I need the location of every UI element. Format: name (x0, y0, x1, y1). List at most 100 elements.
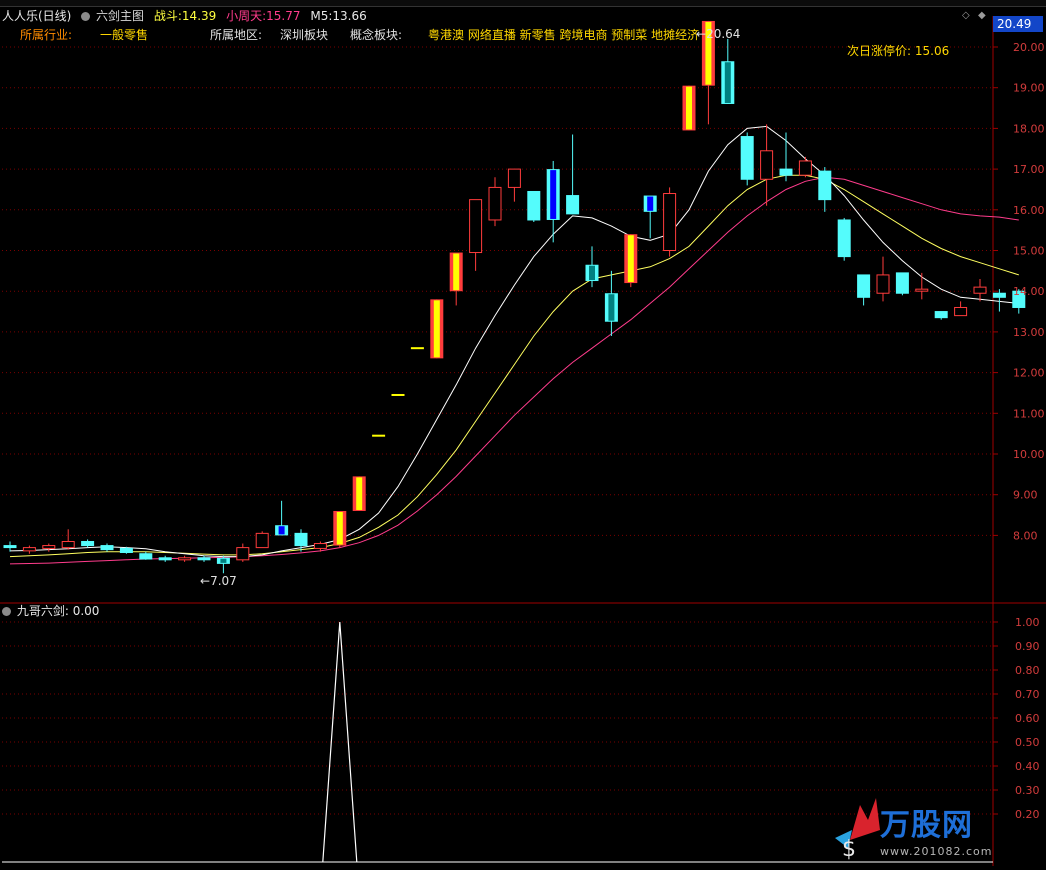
candle-body (857, 274, 871, 298)
y-tick-label: 12.00 (1013, 367, 1045, 380)
candle-body (876, 274, 890, 294)
candle-body (663, 193, 677, 252)
subchart-menu-icon[interactable] (2, 607, 11, 616)
sub-y-tick-label: 0.70 (1015, 688, 1040, 701)
sub-y-tick-label: 0.50 (1015, 736, 1040, 749)
candle-body (100, 545, 114, 551)
candle-body (42, 545, 56, 549)
y-tick-label: 17.00 (1013, 163, 1045, 176)
candle-body-signal (356, 477, 363, 510)
candle-body (779, 168, 793, 176)
candle-body-signal (453, 253, 460, 291)
candle-body-signal (336, 511, 343, 545)
diamond-small-icon[interactable]: ◆ (978, 10, 986, 21)
candle-body-signal (627, 235, 634, 283)
limit-label: 次日涨停价: (847, 44, 912, 58)
candle-body (895, 272, 909, 294)
candle-body (236, 547, 250, 561)
y-tick-label: 20.00 (1013, 41, 1045, 54)
watermark-brand: 万股网 (880, 808, 973, 843)
candle-body (313, 543, 327, 549)
candle-body (915, 288, 929, 292)
candle-body (178, 557, 192, 561)
candle-body-signal (589, 265, 595, 281)
industry-label: 所属行业: (20, 28, 73, 42)
candle-body (294, 532, 308, 547)
candle-body (818, 170, 832, 201)
y-tick-label: 9.00 (1013, 489, 1038, 502)
candle-body (139, 553, 153, 560)
watermark-site: www.201082.com (880, 845, 993, 858)
candle-body (255, 532, 269, 549)
m5-label: M5: (310, 9, 333, 23)
svg-text:$: $ (842, 837, 856, 860)
current-price-box: 20.49 (993, 16, 1043, 32)
signal-line (322, 621, 358, 863)
candle-body (507, 168, 521, 188)
y-tick-label: 8.00 (1013, 529, 1038, 542)
candle-body (81, 541, 95, 547)
zhandou-value: 14.39 (181, 9, 217, 23)
candle-body (488, 186, 502, 221)
candle-body-signal (550, 170, 557, 219)
sub-y-tick-label: 0.40 (1015, 760, 1040, 773)
candle-body (197, 557, 211, 561)
zhandou-label: 战斗: (153, 9, 182, 23)
concept-label: 概念板块: (350, 28, 403, 42)
y-tick-label: 11.00 (1013, 407, 1045, 420)
y-tick-label: 14.00 (1013, 285, 1045, 298)
xiaozhoutian-label: 小周天: (226, 9, 267, 23)
candle-body (3, 545, 17, 549)
candle-body-signal (278, 526, 285, 535)
candle-body (992, 292, 1006, 298)
candle-body-signal (686, 86, 692, 130)
indicator-name: 六剑主图 (96, 9, 145, 23)
concept-value: 粤港澳 网络直播 新零售 跨境电商 预制菜 地摊经济 (428, 28, 700, 42)
candle-body (469, 199, 483, 254)
candle-body (934, 311, 948, 319)
candle-body-signal (647, 196, 654, 211)
candle-body (760, 150, 774, 180)
candle-body (119, 547, 133, 553)
y-tick-label: 19.00 (1013, 82, 1045, 95)
subchart-label: 九哥六剑 (16, 604, 65, 618)
region-value: 深圳板块 (280, 28, 329, 42)
candle-body (158, 557, 172, 561)
candle-body-flat (372, 434, 386, 437)
low-annotation: ←7.07 (200, 574, 237, 588)
y-tick-label: 13.00 (1013, 326, 1045, 339)
candle-body (527, 190, 541, 221)
y-tick-label: 15.00 (1013, 245, 1045, 258)
xiaozhoutian-value: 15.77 (266, 9, 301, 23)
candle-body (740, 136, 754, 180)
diamond-icon[interactable]: ◇ (962, 10, 970, 21)
candle-body (61, 541, 75, 549)
y-tick-label: 10.00 (1013, 448, 1045, 461)
candle-body-flat (391, 393, 405, 396)
candle-body (798, 160, 812, 176)
candle-body-signal (724, 62, 731, 103)
y-tick-label: 16.00 (1013, 204, 1045, 217)
candle-body-flat (410, 347, 424, 350)
indicator-menu-icon[interactable] (81, 12, 91, 21)
ma-yellow-line (9, 174, 1019, 558)
y-tick-label: 18.00 (1013, 122, 1045, 135)
candle-body (837, 219, 851, 258)
candle-body (973, 286, 987, 294)
candle-body (954, 306, 968, 317)
industry-value: 一般零售 (100, 28, 149, 42)
candle-body-signal (220, 558, 227, 563)
m5-value: 13.66 (332, 9, 367, 23)
price-chart[interactable]: 20.00 19.00 18.00 17.00 16.00 15.00 14.00 13.00… (0, 0, 1046, 870)
ma-pink-line (9, 176, 1019, 565)
sub-y-tick-label: 1.00 (1015, 616, 1040, 629)
chart-window: 20.00 19.00 18.00 17.00 16.00 15.00 14.00 13.00… (0, 0, 1046, 870)
high-value: 20.64 (706, 27, 741, 41)
sub-y-tick-label: 0.60 (1015, 712, 1040, 725)
high-annotation: ←20.64 (696, 27, 741, 41)
subchart-value: : 0.00 (64, 604, 100, 618)
stock-title: 人人乐(日线) (2, 9, 72, 23)
candle-body (22, 547, 36, 552)
candle-body-signal (608, 294, 615, 321)
region-label: 所属地区: (210, 28, 263, 42)
